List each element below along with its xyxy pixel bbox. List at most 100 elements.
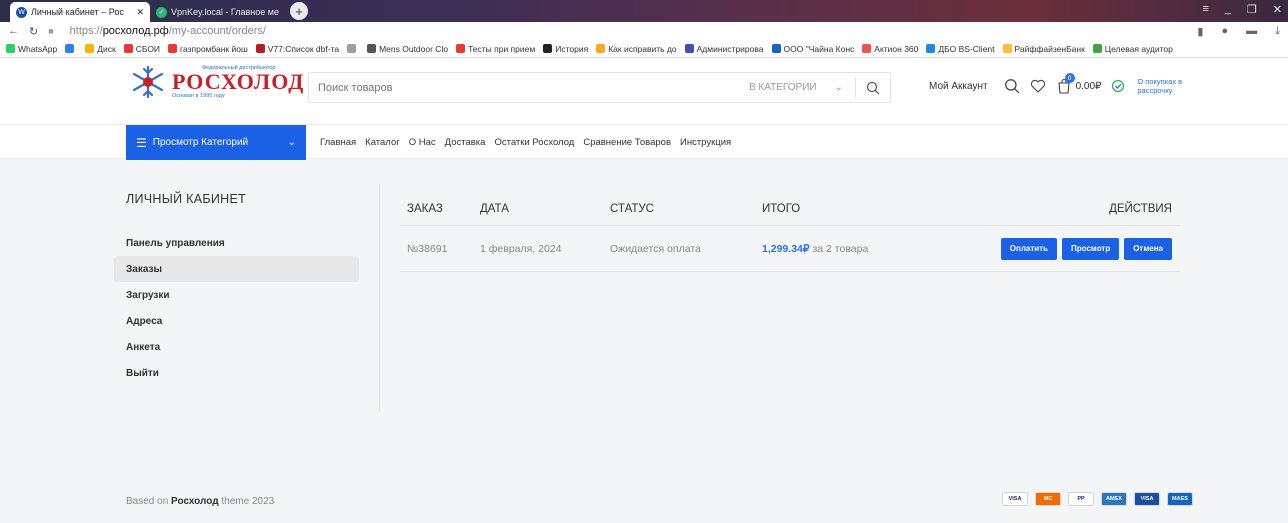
bookmark-item[interactable]: Как исправить до [596,44,677,54]
heart-icon[interactable] [1030,79,1046,93]
search-input[interactable] [309,81,729,94]
browse-categories-button[interactable]: ☰ Просмотр Категорий ⌄ [126,125,306,160]
bookmark-icon[interactable]: ▮ [1197,25,1203,38]
hamburger-icon: ☰ [136,135,147,150]
minimize-icon[interactable]: _ [1225,3,1231,16]
sidebar-item[interactable]: Выйти [125,360,358,386]
column-header-total: ИТОГО [762,202,801,215]
nav-item[interactable]: О Нас [409,137,436,148]
bookmark-item[interactable]: Mens Outdoor Clo [367,44,448,54]
close-icon[interactable]: ✕ [136,7,144,18]
bookmark-favicon-icon [367,44,377,53]
bookmark-item[interactable]: Диск [85,44,116,54]
installment-link[interactable]: О покупках в рассрочку [1137,77,1189,95]
bookmark-item[interactable]: Актион 360 [862,44,918,54]
bookmark-item[interactable] [65,44,77,53]
bookmark-item[interactable]: Целевая аудитор [1092,44,1173,54]
bookmark-favicon-icon [168,44,178,53]
restore-icon[interactable]: ❐ [1247,3,1257,16]
account-content: ЛИЧНЫЙ КАБИНЕТ Панель управления Заказы За… [0,159,1288,461]
bookmark-item[interactable]: ДБО BS-Client [926,44,995,54]
vpn-icon[interactable]: ▬ [1246,25,1257,38]
download-icon[interactable]: ⤓ [1275,25,1280,38]
order-total: 1,299.34₽ за 2 товара [762,242,869,255]
search-icon[interactable] [1004,78,1020,94]
pay-button[interactable]: Оплатить [1000,237,1058,260]
nav-item[interactable]: Инструкция [680,137,731,148]
nav-item[interactable]: Каталог [365,137,400,148]
payment-card-icon: MC [1035,492,1061,506]
menu-icon[interactable]: ≡ [1202,3,1208,16]
site-nav: ☰ Просмотр Категорий ⌄ Главная Каталог О Н… [0,124,1288,160]
browser-tab-vpnkey[interactable]: ✓ VpnKey.local - Главное ме [150,2,286,22]
sidebar-item[interactable]: Загрузки [125,282,358,308]
payment-card-icon: AMEX [1101,492,1127,506]
bookmark-item[interactable]: газпромбанк йош [168,44,248,54]
sidebar-item[interactable]: Адреса [125,308,358,334]
order-number-link[interactable]: №38691 [407,243,480,255]
nav-item[interactable]: Доставка [445,137,486,148]
close-window-icon[interactable]: ✕ [1273,3,1282,16]
bookmark-favicon-icon [255,44,265,53]
my-account-link[interactable]: Мой Аккаунт [929,81,988,92]
reload-icon[interactable]: ↻ [29,25,38,38]
nav-item[interactable]: Остатки Росхолод [494,137,574,148]
browser-tab-strip: W Личный кабинет – Рос ✕ ✓ VpnKey.local … [0,0,1288,22]
search-button[interactable] [856,81,890,95]
url-field[interactable]: https://росхолод.рф/my-account/orders/ [70,25,266,37]
order-status: Ожидается оплата [610,242,701,255]
bookmark-item[interactable]: СБОИ [123,44,160,54]
bookmark-item[interactable]: Тесты при прием [456,44,535,54]
order-date: 1 февраля, 2024 [480,242,562,255]
account-sidebar: ЛИЧНЫЙ КАБИНЕТ Панель управления Заказы За… [114,192,361,386]
bookmark-item[interactable]: История [543,44,588,54]
view-button[interactable]: Просмотр [1062,237,1120,260]
cart-count-badge: 0 [1064,73,1075,83]
orders-table: ЗАКАЗ ДАТА СТАТУС ИТОГО ДЕЙСТВИЯ №38691 … [400,192,1180,272]
cancel-button[interactable]: Отмена [1124,237,1172,260]
bookmarks-bar: WhatsApp Диск СБОИ газпромбанк йош V77:Списо… [0,40,1288,58]
window-controls: ≡ _ ❐ ✕ [1202,3,1282,16]
nav-item[interactable]: Сравнение Товаров [583,137,671,148]
bookmark-favicon-icon [456,44,466,53]
wordpress-icon: W [16,6,27,18]
bookmark-item[interactable]: Администрирова [684,44,764,54]
site-footer: Based on Росхолод theme 2023 VISA MC PP AME… [0,476,1288,523]
order-actions: Оплатить Просмотр Отмена [992,237,1180,260]
bookmark-item[interactable]: ООО "Чайна Конс [771,44,854,54]
browser-tab-account[interactable]: W Личный кабинет – Рос ✕ [10,2,150,22]
main-menu: Главная Каталог О Нас Доставка Остатки Росхо… [320,125,731,160]
logo-brand: РОСХОЛОД [172,69,305,94]
sidebar-item[interactable]: Анкета [125,334,358,360]
bookmark-item[interactable]: V77:Список dbf-та [255,44,339,54]
divider [379,184,380,412]
table-row: №38691 1 февраля, 2024 Ожидается оплата … [400,226,1180,272]
sidebar-item[interactable]: Заказы [114,256,359,282]
bookmark-favicon-icon [862,44,872,53]
extension-icon[interactable]: ● [1221,25,1228,38]
chevron-down-icon: ⌄ [287,137,296,148]
nav-item[interactable]: Главная [320,137,356,148]
category-select[interactable]: В КАТЕГОРИИ ⌄ [749,77,856,98]
bookmark-favicon-icon [926,44,936,53]
sidebar-item[interactable]: Панель управления [125,230,358,256]
bookmark-item[interactable]: WhatsApp [6,44,57,54]
bookmark-item[interactable]: РайффайзенБанк [1002,44,1085,54]
tab-title: Личный кабинет – Рос [31,7,124,17]
bookmark-favicon-icon [596,44,606,53]
back-icon[interactable]: ← [8,25,19,37]
cart-total: 0.00₽ [1075,80,1102,92]
bookmark-favicon-icon [1092,44,1102,53]
column-header-status: СТАТУС [610,202,654,215]
payment-card-icon: PP [1068,492,1094,506]
payment-card-icon: VISA [1002,492,1028,506]
address-bar: ← ↻ ■ https://росхолод.рф/my-account/ord… [0,22,1288,40]
cart-button[interactable]: 0 0.00₽ [1056,73,1102,94]
site-logo[interactable]: Федеральный дистрибьютор РОСХОЛОД Основа… [128,65,304,99]
chevron-down-icon: ⌄ [834,82,843,93]
new-tab-button[interactable]: + [290,2,308,20]
check-circle-icon [1112,79,1125,93]
snowflake-logo-icon [132,65,164,99]
bookmark-favicon-icon [65,44,75,53]
bookmark-item[interactable] [347,44,359,53]
